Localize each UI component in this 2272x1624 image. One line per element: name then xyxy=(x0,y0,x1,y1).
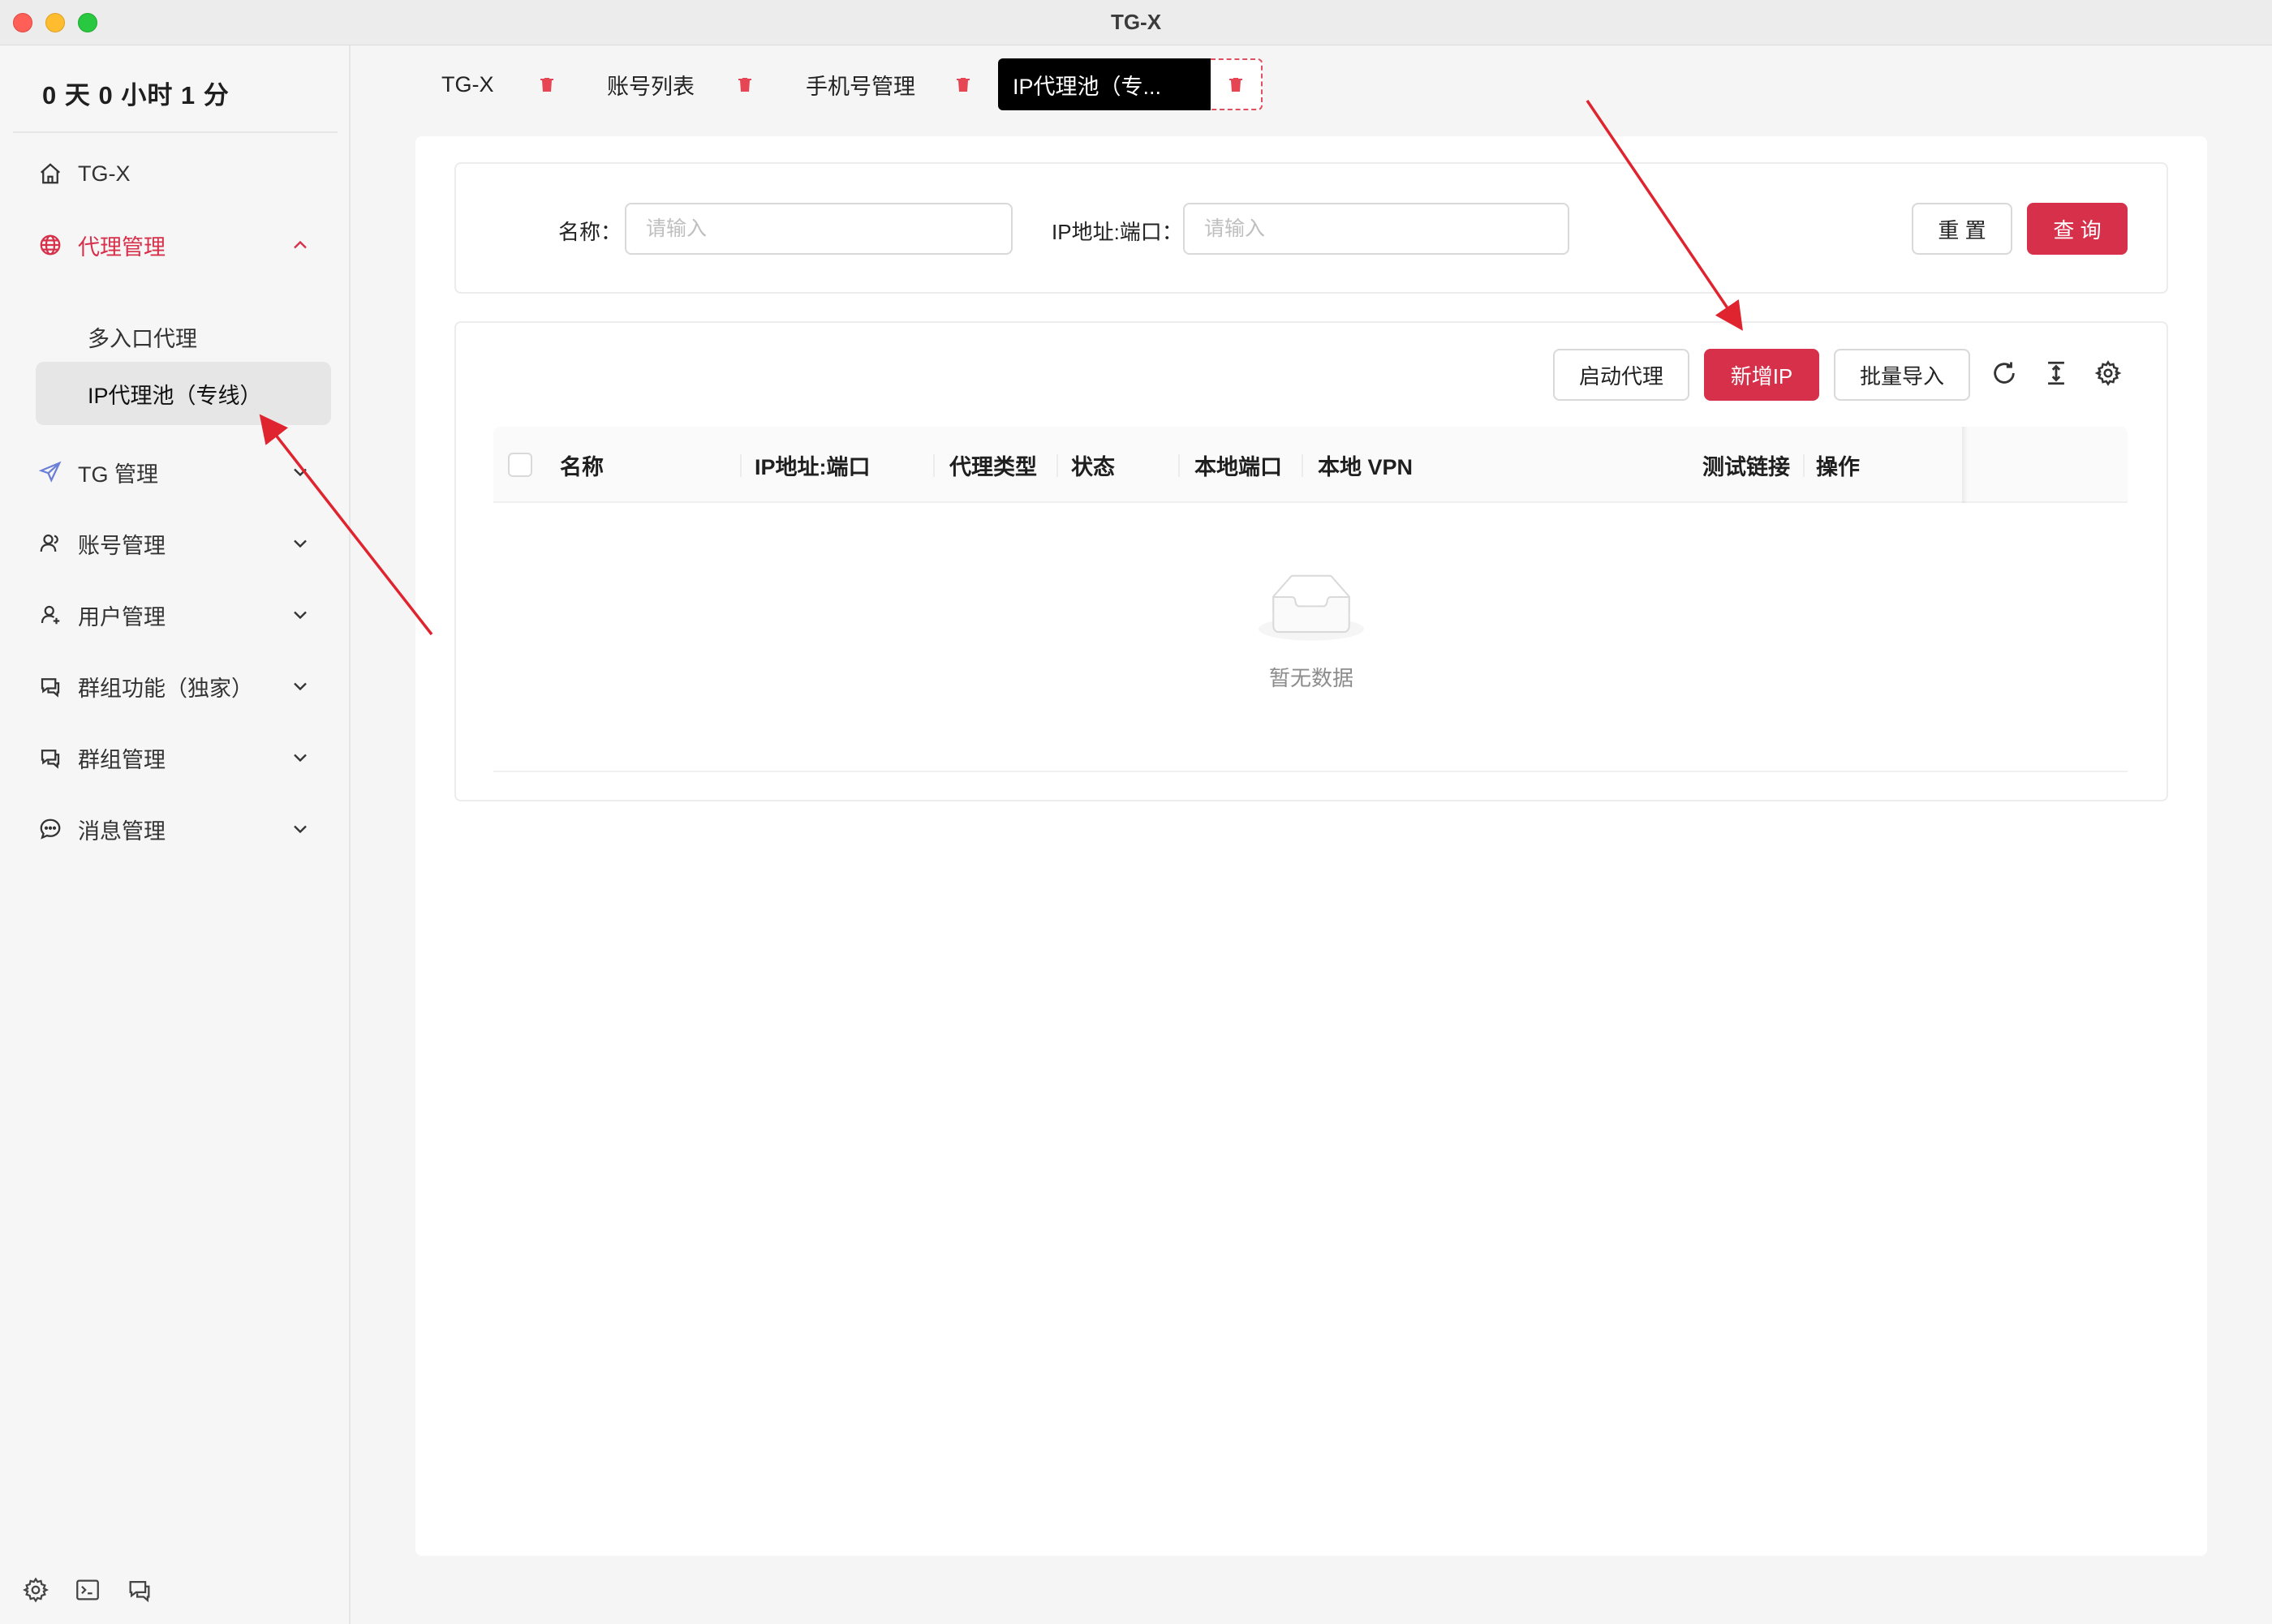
batch-import-button[interactable]: 批量导入 xyxy=(1834,349,1970,401)
sidebar-item-user-management[interactable]: 用户管理 xyxy=(36,591,312,639)
ip-port-label: IP地址:端口： xyxy=(1052,220,1183,244)
chevron-down-icon xyxy=(289,532,312,555)
tab-label: 手机号管理 xyxy=(806,74,915,99)
trash-icon xyxy=(738,78,751,92)
tab-label: IP代理池（专... xyxy=(1013,74,1162,99)
settings-icon[interactable] xyxy=(2092,357,2124,389)
trash-icon xyxy=(957,78,970,92)
chat-icon xyxy=(36,672,65,701)
chevron-down-icon xyxy=(289,604,312,626)
column-separator xyxy=(740,454,742,477)
chat-icon xyxy=(36,743,65,772)
select-all-checkbox[interactable] xyxy=(508,453,532,477)
column-height-icon[interactable] xyxy=(2040,357,2072,389)
tab-close-button[interactable] xyxy=(534,71,560,97)
column-header-local-port[interactable]: 本地端口 xyxy=(1194,427,1282,503)
column-separator xyxy=(1178,454,1180,477)
empty-state xyxy=(1214,571,1409,650)
column-header-proxy-type[interactable]: 代理类型 xyxy=(949,427,1037,503)
chevron-down-icon xyxy=(289,461,312,483)
sidebar-item-label: 代理管理 xyxy=(78,234,166,260)
name-input[interactable] xyxy=(625,203,1013,255)
column-header-actions[interactable]: 操作 xyxy=(1816,427,1860,503)
submenu-item-multi-entry-proxy[interactable]: 多入口代理 xyxy=(36,305,331,368)
sidebar-item-tgx[interactable]: TG-X xyxy=(36,149,312,198)
empty-inbox-icon xyxy=(1259,574,1364,641)
window-title: TG-X xyxy=(1110,10,1162,34)
sidebar-item-label: TG 管理 xyxy=(78,462,158,487)
tab-close-button[interactable] xyxy=(732,71,758,97)
tab-ip-proxy-pool[interactable]: IP代理池（专... xyxy=(998,58,1211,110)
users-icon xyxy=(36,529,65,558)
chevron-down-icon xyxy=(289,746,312,769)
table-bottom-border xyxy=(493,771,2128,772)
sidebar-item-label: 群组管理 xyxy=(78,747,166,772)
tab-close-button[interactable] xyxy=(1211,58,1263,110)
ip-port-input[interactable] xyxy=(1183,203,1569,255)
table-header: 名称 IP地址:端口 代理类型 状态 本地端口 本地 VPN 测试链接 操作 xyxy=(493,427,2128,503)
terminal-icon[interactable] xyxy=(71,1574,104,1606)
fixed-column-shadow xyxy=(1962,427,1969,503)
message-icon xyxy=(36,814,65,844)
tab-label: TG-X xyxy=(441,71,494,97)
sidebar-item-tg-management[interactable]: TG 管理 xyxy=(36,448,312,496)
empty-state-text: 暂无数据 xyxy=(1268,666,1353,690)
sidebar-item-group-management[interactable]: 群组管理 xyxy=(36,733,312,782)
name-label: 名称： xyxy=(558,220,622,244)
chevron-up-icon xyxy=(289,234,312,256)
sidebar-item-account-management[interactable]: 账号管理 xyxy=(36,519,312,568)
submenu-item-label: 多入口代理 xyxy=(88,326,197,351)
trash-icon xyxy=(1229,78,1242,92)
sidebar-item-label: 群组功能（独家） xyxy=(78,676,253,701)
chevron-down-icon xyxy=(289,818,312,840)
title-bar: TG-X xyxy=(0,0,2272,45)
send-icon xyxy=(36,458,65,487)
column-header-status[interactable]: 状态 xyxy=(1071,427,1115,503)
reset-button[interactable]: 重 置 xyxy=(1912,203,2012,255)
user-icon xyxy=(36,600,65,629)
globe-icon xyxy=(36,230,65,260)
column-separator xyxy=(1302,454,1303,477)
uptime-display: 0 天 0 小时 1 分 xyxy=(42,81,230,110)
column-header-ip-port[interactable]: IP地址:端口 xyxy=(755,427,871,503)
home-icon xyxy=(36,159,65,188)
sidebar-item-label: 用户管理 xyxy=(78,604,166,629)
sidebar-item-label: 账号管理 xyxy=(78,533,166,558)
sidebar-item-proxy-management[interactable]: 代理管理 xyxy=(36,221,312,269)
sidebar-item-label: 消息管理 xyxy=(78,818,166,844)
sidebar-item-message-management[interactable]: 消息管理 xyxy=(36,805,312,853)
sidebar-item-label: TG-X xyxy=(78,161,131,186)
gear-icon[interactable] xyxy=(19,1574,52,1606)
sidebar-bottom-toolbar xyxy=(19,1574,156,1606)
trash-icon xyxy=(540,78,553,92)
refresh-icon[interactable] xyxy=(1988,357,2020,389)
submenu-item-label: IP代理池（专线） xyxy=(88,383,262,408)
query-button[interactable]: 查 询 xyxy=(2027,203,2128,255)
tab-label: 账号列表 xyxy=(607,74,695,99)
add-ip-button[interactable]: 新增IP xyxy=(1704,349,1819,401)
column-separator xyxy=(1056,454,1058,477)
sidebar: 0 天 0 小时 1 分 TG-X 代理管理 多入口代理 IP代理池（专线） T… xyxy=(0,45,351,1624)
start-proxy-button[interactable]: 启动代理 xyxy=(1553,349,1689,401)
tab-close-button[interactable] xyxy=(950,71,976,97)
column-separator xyxy=(933,454,935,477)
column-header-test-link[interactable]: 测试链接 xyxy=(1702,427,1790,503)
submenu-item-ip-proxy-pool[interactable]: IP代理池（专线） xyxy=(36,362,331,425)
tab-account-list[interactable]: 账号列表 xyxy=(592,58,709,110)
tab-phone-management[interactable]: 手机号管理 xyxy=(791,58,930,110)
tab-tgx[interactable]: TG-X xyxy=(427,58,509,110)
column-separator xyxy=(1803,454,1805,477)
column-header-name[interactable]: 名称 xyxy=(560,427,604,503)
chevron-down-icon xyxy=(289,675,312,698)
column-header-local-vpn[interactable]: 本地 VPN xyxy=(1318,427,1413,503)
sidebar-divider xyxy=(13,131,338,133)
chat-icon[interactable] xyxy=(123,1574,156,1606)
sidebar-item-group-features[interactable]: 群组功能（独家） xyxy=(36,662,312,711)
